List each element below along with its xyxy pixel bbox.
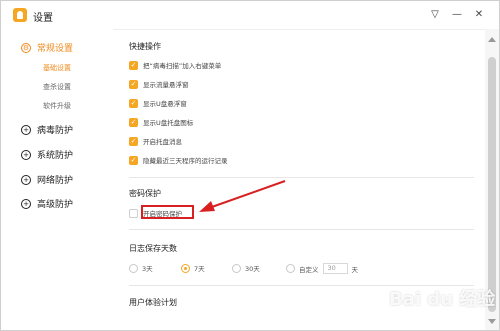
scroll-up-icon[interactable]	[488, 37, 496, 42]
sidebar-item-network[interactable]: + 网络防护	[21, 173, 73, 186]
sidebar-item-label: 常规设置	[37, 44, 74, 54]
radio-label: 自定义	[299, 265, 319, 274]
window-title: 设置	[33, 13, 53, 24]
option-context-menu[interactable]: ✓ 把“病毒扫描”加入右键菜单	[129, 60, 221, 70]
option-usb-tray-icon[interactable]: ✓ 显示U盘托盘图标	[129, 117, 193, 127]
custom-days-input[interactable]: 30	[322, 263, 348, 274]
checkbox[interactable]: ✓	[129, 117, 138, 127]
sidebar-item-system[interactable]: + 系统防护	[21, 148, 73, 161]
radio-custom[interactable]: 自定义 30 天	[286, 263, 358, 274]
checkbox[interactable]: ✓	[129, 60, 138, 70]
option-label: 把“病毒扫描”加入右键菜单	[143, 62, 222, 70]
advanced-icon: +	[21, 198, 31, 209]
option-label: 开启托盘消息	[143, 138, 182, 146]
option-label: 隐藏最近三天程序的运行记录	[143, 157, 228, 165]
checkbox[interactable]: ✓	[129, 208, 138, 218]
annotation-highlight-box	[141, 205, 194, 219]
sidebar-subitem-scan[interactable]: 查杀设置	[43, 82, 71, 92]
radio-label: 7天	[194, 265, 205, 273]
shield-icon: +	[21, 124, 31, 135]
sidebar: ⚙ 常规设置 基础设置 查杀设置 软件升级 + 病毒防护 + 系统防护 + 网络…	[1, 29, 113, 330]
radio-3-days[interactable]: 3天	[129, 263, 153, 273]
sidebar-subitem-basic[interactable]: 基础设置	[43, 63, 71, 73]
minimize-button[interactable]: —	[449, 7, 465, 23]
option-usb-window[interactable]: ✓ 显示U盘悬浮窗	[129, 98, 187, 108]
section-title-log-days: 日志保存天数	[129, 244, 177, 253]
radio-button[interactable]	[129, 263, 138, 273]
scroll-down-icon[interactable]	[488, 319, 496, 324]
radio-button[interactable]	[232, 263, 241, 273]
sidebar-item-general[interactable]: ⚙ 常规设置	[21, 41, 73, 54]
option-label: 显示U盘悬浮窗	[143, 100, 187, 108]
sidebar-item-label: 高级防护	[37, 200, 74, 210]
sidebar-item-label: 网络防护	[37, 176, 74, 186]
option-hide-recent-runs[interactable]: ✓ 隐藏最近三天程序的运行记录	[129, 155, 228, 165]
gear-icon: ⚙	[21, 42, 31, 53]
sidebar-item-label: 系统防护	[37, 151, 74, 161]
option-tray-messages[interactable]: ✓ 开启托盘消息	[129, 136, 182, 146]
menu-dropdown-icon[interactable]: ▽	[427, 7, 443, 23]
section-title-ux-plan: 用户体验计划	[129, 298, 177, 307]
section-divider	[129, 177, 474, 178]
section-title-quick-ops: 快捷操作	[129, 42, 161, 51]
sidebar-item-virus[interactable]: + 病毒防护	[21, 123, 73, 136]
radio-30-days[interactable]: 30天	[232, 263, 260, 273]
radio-label: 30天	[245, 265, 260, 273]
globe-icon: +	[21, 174, 31, 185]
app-logo-icon	[13, 8, 27, 22]
option-traffic-window[interactable]: ✓ 显示流量悬浮窗	[129, 79, 189, 89]
checkbox[interactable]: ✓	[129, 155, 138, 165]
title-bar: 设置 ▽ — ✕	[1, 1, 499, 30]
log-days-options: 3天 7天 30天 自定义 30 天	[129, 263, 449, 277]
radio-label: 3天	[142, 265, 153, 273]
sidebar-item-advanced[interactable]: + 高级防护	[21, 197, 73, 210]
system-icon: +	[21, 149, 31, 160]
checkbox[interactable]: ✓	[129, 136, 138, 146]
sidebar-item-label: 病毒防护	[37, 126, 74, 136]
section-title-password: 密码保护	[129, 189, 161, 198]
radio-button[interactable]	[286, 264, 295, 273]
checkbox[interactable]: ✓	[129, 79, 138, 89]
sidebar-subitem-upgrade[interactable]: 软件升级	[43, 101, 71, 111]
radio-button[interactable]	[181, 263, 190, 273]
watermark-logo: Bai du 经验	[389, 289, 496, 310]
radio-7-days[interactable]: 7天	[181, 263, 205, 273]
custom-days-unit: 天	[351, 265, 359, 274]
option-label: 显示U盘托盘图标	[143, 119, 194, 127]
section-divider	[129, 229, 474, 230]
annotation-arrow	[199, 180, 286, 212]
settings-window: 设置 ▽ — ✕ ⚙ 常规设置 基础设置 查杀设置 软件升级 + 病毒防护 + …	[0, 0, 500, 331]
checkbox[interactable]: ✓	[129, 98, 138, 108]
scrollbar-thumb[interactable]	[488, 57, 496, 312]
close-button[interactable]: ✕	[471, 7, 487, 23]
option-label: 显示流量悬浮窗	[143, 81, 189, 89]
